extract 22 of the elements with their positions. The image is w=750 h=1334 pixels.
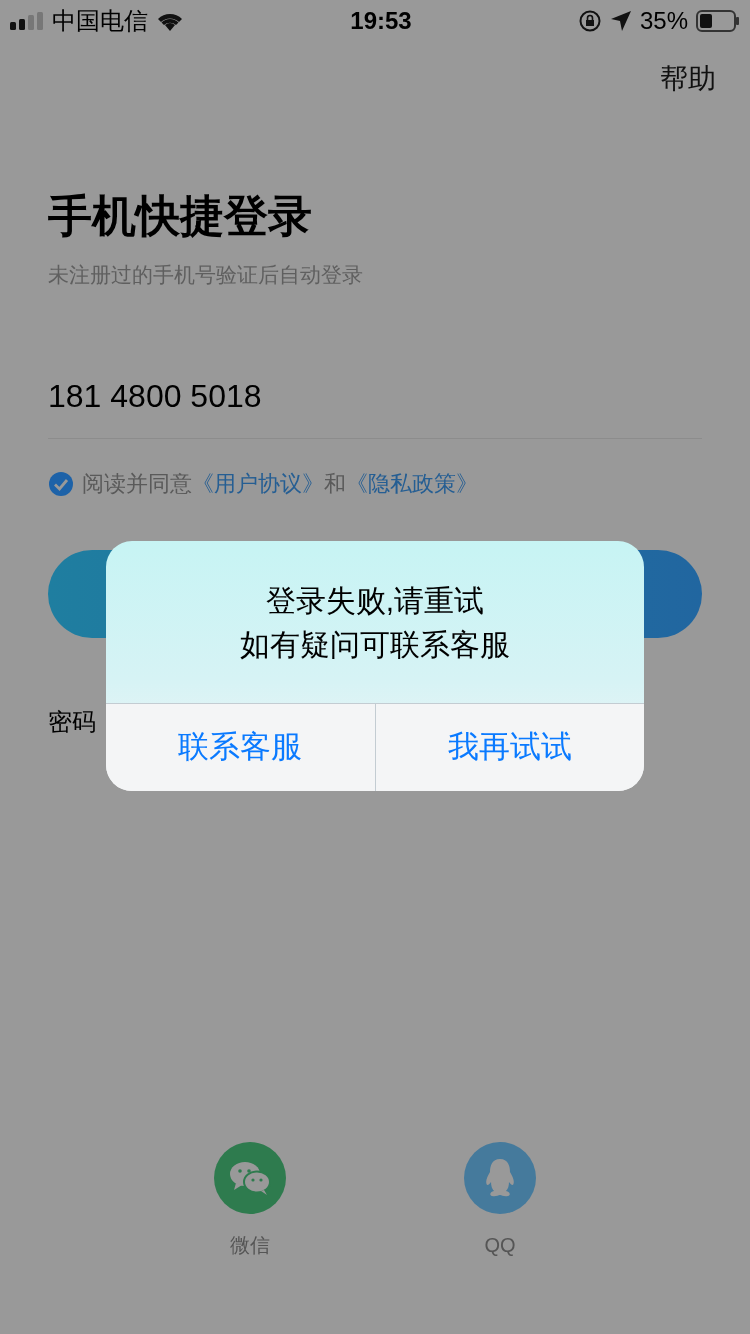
help-link[interactable]: 帮助 xyxy=(660,58,716,100)
dialog-message: 登录失败,请重试 如有疑问可联系客服 xyxy=(240,583,510,663)
battery-icon xyxy=(696,10,740,32)
phone-field[interactable]: 181 4800 5018 xyxy=(48,372,702,440)
dialog-button[interactable]: 我再试试 xyxy=(374,703,644,791)
signal-icon xyxy=(10,12,44,30)
subtitle: 未注册过的手机号验证后自动登录 xyxy=(48,261,364,288)
battery-percent: 35% xyxy=(639,6,688,36)
page-title: 手机快捷登录 xyxy=(48,190,313,242)
chat-bubbles-icon xyxy=(228,1160,272,1197)
wechat-label: 微信 xyxy=(230,1233,270,1259)
agreement-text: 阅读并同意《用户协议》和《隐私政策》 xyxy=(82,470,478,499)
agreement-link[interactable]: 《隐私政策》 xyxy=(346,471,478,497)
rotation-lock-icon xyxy=(577,9,602,33)
location-arrow-icon xyxy=(609,10,632,32)
dialog-button[interactable]: 联系客服 xyxy=(106,703,375,791)
agreement-link[interactable]: 《用户协议》 xyxy=(192,471,324,497)
qq-label: QQ xyxy=(484,1233,516,1259)
wifi-icon xyxy=(156,11,184,31)
checkbox[interactable] xyxy=(48,470,74,497)
carrier-name: 中国电信 xyxy=(52,6,148,36)
status-time: 19:53 xyxy=(349,6,413,36)
